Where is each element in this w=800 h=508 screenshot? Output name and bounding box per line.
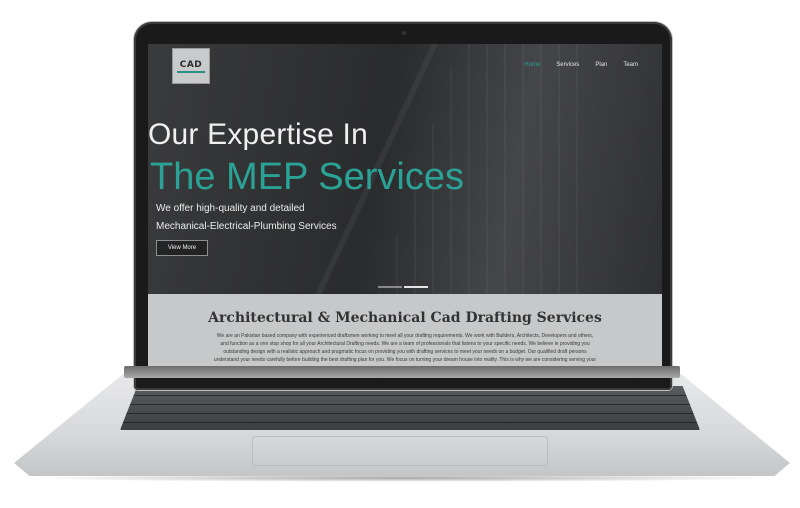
- nav-team[interactable]: Team: [623, 62, 638, 68]
- slider-dot-active[interactable]: [404, 286, 428, 288]
- main-nav: Home Services Plan Team: [524, 62, 638, 68]
- slider-dot[interactable]: [378, 286, 402, 288]
- nav-plan[interactable]: Plan: [595, 62, 607, 68]
- laptop-trackpad: [252, 436, 548, 466]
- hero-desc-line2: Mechanical-Electrical-Plumbing Services: [156, 221, 337, 232]
- laptop-hinge: [124, 366, 680, 378]
- nav-services[interactable]: Services: [556, 62, 579, 68]
- hero-description: We offer high-quality and detailed Mecha…: [156, 200, 337, 236]
- about-title: Architectural & Mechanical Cad Drafting …: [208, 310, 602, 326]
- hero-desc-line1: We offer high-quality and detailed: [156, 203, 305, 214]
- logo-underline: [177, 70, 205, 73]
- about-section: Architectural & Mechanical Cad Drafting …: [148, 294, 662, 370]
- hero-section: CAD Home Services Plan Team Our Expertis…: [148, 44, 662, 294]
- about-line: We are an Pakistan based company with ex…: [216, 333, 594, 339]
- view-more-button[interactable]: View More: [156, 240, 208, 256]
- about-line: understand your needs carefully before b…: [213, 357, 597, 363]
- nav-home[interactable]: Home: [524, 62, 540, 68]
- laptop-keyboard: [120, 386, 700, 430]
- laptop-screen: CAD Home Services Plan Team Our Expertis…: [148, 44, 662, 370]
- slider-indicators: [378, 286, 428, 288]
- hero-title: The MEP Services: [150, 156, 464, 198]
- about-text: We are an Pakistan based company with ex…: [172, 332, 638, 364]
- about-line: outstanding design with a realistic appr…: [223, 349, 587, 355]
- about-line: and function as a one stop shop for all …: [220, 341, 590, 347]
- camera-icon: [402, 31, 406, 35]
- site-logo[interactable]: CAD: [172, 48, 210, 84]
- hero-subtitle: Our Expertise In: [148, 118, 368, 151]
- logo-text: CAD: [179, 59, 203, 70]
